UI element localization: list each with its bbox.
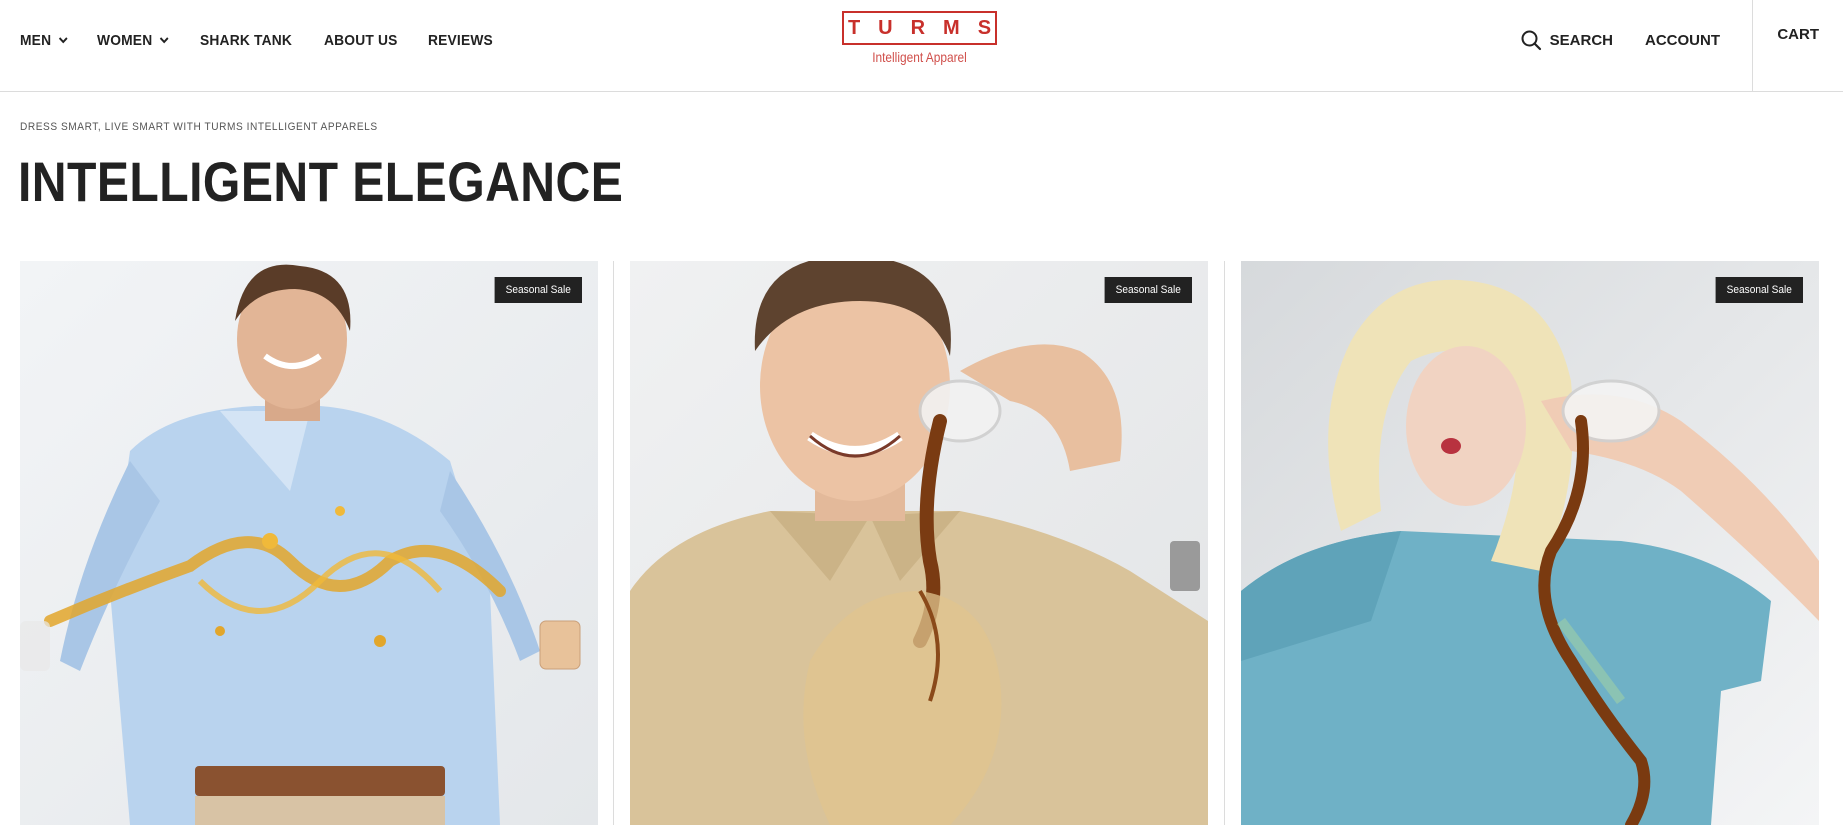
product-card[interactable]: Seasonal Sale <box>20 261 598 825</box>
nav-item-label: ABOUT US <box>324 31 398 49</box>
sale-badge: Seasonal Sale <box>1715 277 1803 303</box>
nav-item-reviews[interactable]: REVIEWS <box>428 32 493 49</box>
nav-item-about-us[interactable]: ABOUT US <box>324 32 398 49</box>
grid-divider <box>613 261 614 825</box>
logo-wordmark: TURMS <box>847 16 1010 39</box>
search-button[interactable]: SEARCH <box>1520 29 1613 51</box>
nav-item-women[interactable]: WOMEN <box>97 32 170 49</box>
page-title: INTELLIGENT ELEGANCE <box>18 150 624 213</box>
hero-eyebrow: DRESS SMART, LIVE SMART WITH TURMS INTEL… <box>20 121 378 133</box>
nav-item-label: REVIEWS <box>428 31 494 49</box>
search-icon <box>1520 29 1542 51</box>
cart-link[interactable]: CART <box>1752 0 1843 92</box>
nav-item-men[interactable]: MEN <box>20 32 69 49</box>
nav-item-label: WOMEN <box>96 31 153 49</box>
product-image <box>630 261 1208 825</box>
sale-badge: Seasonal Sale <box>1104 277 1192 303</box>
chevron-down-icon <box>58 34 69 46</box>
product-card[interactable]: Seasonal Sale <box>630 261 1208 825</box>
search-label: SEARCH <box>1549 31 1613 49</box>
nav-item-shark-tank[interactable]: SHARK TANK <box>200 32 292 49</box>
product-image <box>1241 261 1819 825</box>
chevron-down-icon <box>159 34 170 46</box>
site-header: MEN WOMEN SHARK TANK ABOUT US REVIEWS TU… <box>0 0 1843 92</box>
product-card[interactable]: Seasonal Sale <box>1241 261 1819 825</box>
logo-tagline: Intelligent Apparel <box>872 49 967 65</box>
primary-nav: MEN WOMEN SHARK TANK ABOUT US REVIEWS <box>20 0 523 80</box>
product-grid: Seasonal Sale Seasonal Sale Seasonal Sal… <box>20 261 1820 825</box>
utility-nav: SEARCH ACCOUNT CART <box>1520 0 1843 92</box>
logo-box: TURMS <box>842 11 997 45</box>
product-image <box>20 261 598 825</box>
brand-logo[interactable]: TURMS Intelligent Apparel <box>842 11 997 65</box>
nav-item-label: SHARK TANK <box>200 31 293 49</box>
cart-label: CART <box>1777 25 1819 43</box>
sale-badge: Seasonal Sale <box>494 277 582 303</box>
grid-divider <box>1224 261 1225 825</box>
nav-item-label: MEN <box>20 31 52 49</box>
account-link[interactable]: ACCOUNT <box>1645 32 1720 49</box>
